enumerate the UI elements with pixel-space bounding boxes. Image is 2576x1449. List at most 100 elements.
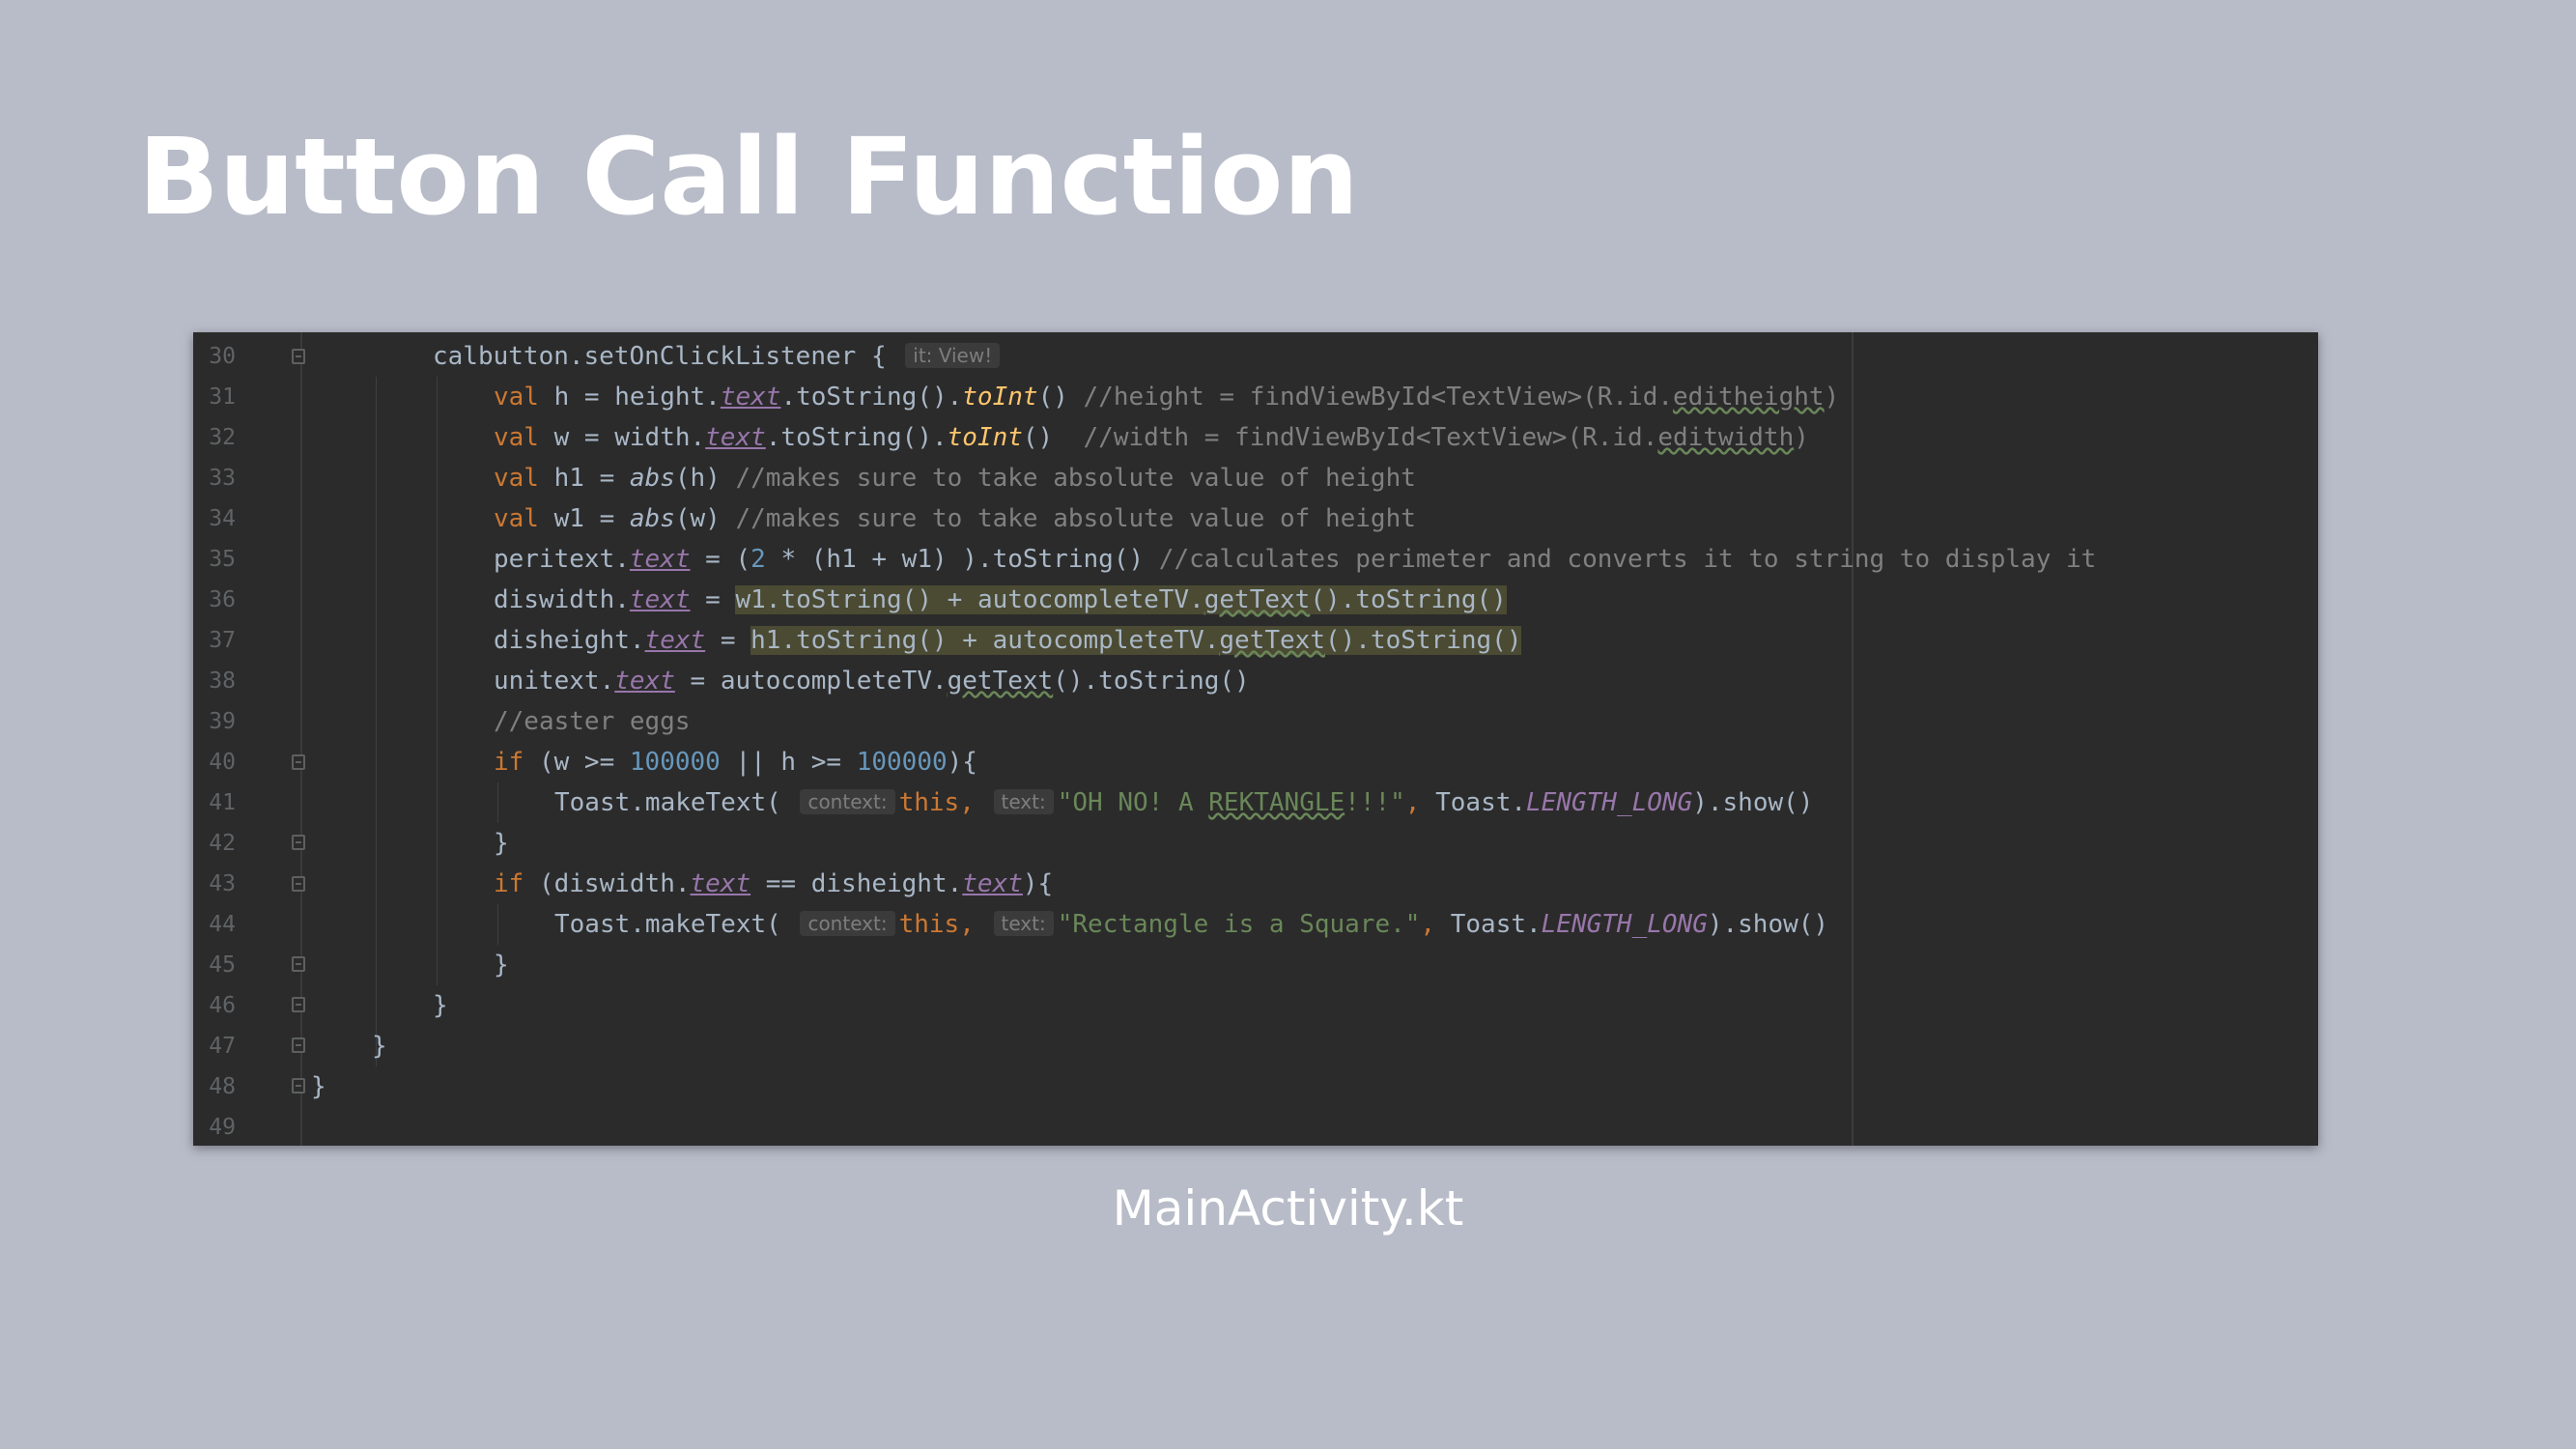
code-token: LENGTH_LONG (1541, 910, 1708, 939)
code-token: this, (898, 788, 975, 817)
code-token: getText (947, 667, 1054, 696)
code-line[interactable]: 30 calbutton.setOnClickListener { it: Vie… (193, 336, 2318, 377)
code-line[interactable]: 33 val h1 = abs(h) //makes sure to take a… (193, 458, 2318, 498)
line-number: 44 (209, 912, 236, 937)
code-token: //height = findViewById<TextView>(R.id. (1083, 383, 1674, 412)
line-number: 36 (209, 587, 236, 612)
code-token: Toast. (1435, 910, 1542, 939)
code-line[interactable]: 45} (193, 945, 2318, 985)
fold-marker-icon[interactable] (292, 956, 305, 972)
parameter-hint: text: (993, 911, 1054, 936)
fold-marker-icon[interactable] (292, 1037, 305, 1053)
code-line[interactable]: 40 if (w >= 100000 || h >= 100000){ (193, 742, 2318, 782)
code-line[interactable]: 47} (193, 1026, 2318, 1066)
code-line[interactable]: 35 peritext.text = (2 * (h1 + w1) ).toStr… (193, 539, 2318, 580)
code-token: this, (898, 910, 975, 939)
code-token: h = height. (538, 383, 721, 412)
code-token: getText (1203, 585, 1311, 614)
code-token: text (720, 383, 781, 412)
code-text: Toast.makeText( context: this, text: "OH N… (554, 782, 1813, 823)
code-line[interactable]: 36 diswidth.text = w1.toString() + autoco… (193, 580, 2318, 620)
code-line[interactable]: 48} (193, 1066, 2318, 1107)
code-token: = autocompleteTV. (674, 667, 948, 696)
fold-marker-icon[interactable] (292, 876, 305, 892)
code-token: * (h1 + w1) ).toString() (765, 545, 1159, 574)
code-token: 100000 (856, 748, 948, 777)
code-token: Toast. (1420, 788, 1527, 817)
code-token: text (644, 626, 706, 655)
code-token: //makes sure to take absolute value of h… (735, 464, 1416, 493)
fold-marker-icon[interactable] (292, 1078, 305, 1094)
code-line[interactable]: 38 unitext.text = autocompleteTV.getText(… (193, 661, 2318, 701)
code-token: calbutton.setOnClickListener { (433, 342, 902, 371)
code-token: val (494, 464, 539, 493)
code-line[interactable]: 42} (193, 823, 2318, 864)
parameter-hint: it: View! (905, 343, 1001, 368)
code-token: ){ (947, 748, 977, 777)
code-token: (diswidth. (524, 869, 691, 898)
code-token: } (494, 951, 509, 980)
code-token: (w >= (524, 748, 630, 777)
line-number: 34 (209, 506, 236, 531)
line-number: 46 (209, 993, 236, 1018)
code-token: val (494, 504, 539, 533)
code-token: (w) (674, 504, 736, 533)
code-token: Toast.makeText( (554, 788, 797, 817)
code-token: h1.toString() + autocompleteTV. (750, 626, 1220, 655)
line-number: 47 (209, 1034, 236, 1059)
fold-marker-icon[interactable] (292, 835, 305, 850)
line-number: 41 (209, 790, 236, 815)
code-token: = ( (690, 545, 751, 574)
code-token: h1 = (538, 464, 630, 493)
code-editor[interactable]: 30 calbutton.setOnClickListener { it: Vie… (193, 332, 2318, 1146)
code-token: peritext. (494, 545, 630, 574)
code-line[interactable]: 41 Toast.makeText( context: this, text: "OH… (193, 782, 2318, 823)
code-token: if (494, 748, 524, 777)
code-token: .toString(). (765, 423, 948, 452)
code-token: val (494, 383, 539, 412)
code-text: val w = width.text.toString().toInt() //… (494, 417, 1809, 458)
code-text: calbutton.setOnClickListener { it: View! (433, 336, 1004, 377)
code-token: w1 = (538, 504, 630, 533)
code-line[interactable]: 44 Toast.makeText( context: this, text: "Re… (193, 904, 2318, 945)
line-number: 39 (209, 709, 236, 734)
code-text: } (311, 1066, 326, 1107)
parameter-hint: text: (993, 789, 1054, 814)
fold-marker-icon[interactable] (292, 754, 305, 770)
code-token: 100000 (629, 748, 721, 777)
code-text: if (diswidth.text == disheight.text){ (494, 864, 1053, 904)
code-token: text (614, 667, 675, 696)
code-token: , (1404, 788, 1421, 817)
parameter-hint: context: (800, 789, 895, 814)
code-line[interactable]: 39 //easter eggs (193, 701, 2318, 742)
line-number: 31 (209, 384, 236, 410)
code-line[interactable]: 31 val h = height.text.toString().toInt()… (193, 377, 2318, 417)
code-line[interactable]: 49 (193, 1107, 2318, 1146)
code-text: } (433, 985, 448, 1026)
line-number: 49 (209, 1115, 236, 1140)
code-token: = (705, 626, 751, 655)
code-token: Toast.makeText( (554, 910, 797, 939)
code-token: toInt (962, 383, 1038, 412)
code-token: , (1420, 910, 1436, 939)
code-token: //calculates perimeter and converts it t… (1158, 545, 2097, 574)
code-text: if (w >= 100000 || h >= 100000){ (494, 742, 977, 782)
code-text: Toast.makeText( context: this, text: "Rect… (554, 904, 1828, 945)
code-token: ){ (1022, 869, 1054, 898)
code-line[interactable]: 37 disheight.text = h1.toString() + autoc… (193, 620, 2318, 661)
code-line[interactable]: 43 if (diswidth.text == disheight.text){ (193, 864, 2318, 904)
fold-marker-icon[interactable] (292, 997, 305, 1012)
line-number: 42 (209, 831, 236, 856)
code-line[interactable]: 32 val w = width.text.toString().toInt() … (193, 417, 2318, 458)
code-token: //makes sure to take absolute value of h… (735, 504, 1416, 533)
code-token: REKTANGLE (1208, 788, 1345, 817)
code-token: "OH NO! A (1057, 788, 1209, 817)
code-token: val (494, 423, 539, 452)
code-line[interactable]: 46} (193, 985, 2318, 1026)
code-token: } (372, 1032, 387, 1061)
code-line[interactable]: 34 val w1 = abs(w) //makes sure to take a… (193, 498, 2318, 539)
code-text: } (372, 1026, 387, 1066)
line-number: 43 (209, 871, 236, 896)
fold-marker-icon[interactable] (292, 349, 305, 364)
